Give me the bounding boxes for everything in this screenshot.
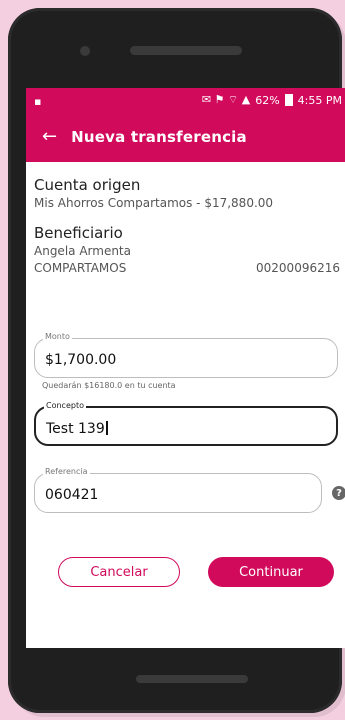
speaker-grille — [130, 46, 242, 55]
signal-icons: ✉ ⚑ ⌔ ▲ — [201, 93, 251, 106]
page-title: Nueva transferencia — [71, 128, 247, 146]
origin-title: Cuenta origen — [34, 176, 141, 194]
phone-frame: ▪ ✉ ⚑ ⌔ ▲ 62% 4:55 PM ← Nueva transferen… — [8, 8, 345, 713]
referencia-field[interactable]: Referencia 060421 — [34, 467, 322, 513]
status-right: ✉ ⚑ ⌔ ▲ 62% 4:55 PM — [202, 93, 342, 107]
beneficiary-name: Angela Armenta — [34, 244, 131, 258]
battery-icon — [284, 94, 293, 106]
battery-percent: 62% — [255, 93, 280, 107]
clock: 4:55 PM — [297, 93, 342, 107]
help-icon[interactable]: ? — [332, 486, 345, 500]
camera-icon — [80, 46, 90, 56]
beneficiary-title: Beneficiario — [34, 224, 123, 242]
notification-icon: ▪ — [34, 95, 42, 108]
origin-section: Cuenta origen Mis Ahorros Compartamos - … — [26, 176, 345, 210]
referencia-label: Referencia — [43, 467, 90, 476]
monto-label: Monto — [43, 332, 72, 341]
status-bar: ▪ ✉ ⚑ ⌔ ▲ 62% 4:55 PM — [26, 88, 345, 112]
monto-field[interactable]: Monto $1,700.00 — [34, 332, 338, 378]
screen: ▪ ✉ ⚑ ⌔ ▲ 62% 4:55 PM ← Nueva transferen… — [26, 88, 345, 648]
text-caret — [105, 421, 108, 435]
monto-value: $1,700.00 — [45, 352, 117, 368]
home-indicator — [136, 675, 248, 683]
monto-helper: Quedarán $16180.0 en tu cuenta — [42, 381, 176, 390]
cancel-button[interactable]: Cancelar — [58, 557, 180, 587]
beneficiary-section: Beneficiario Angela Armenta COMPARTAMOS … — [26, 224, 345, 275]
back-arrow-icon[interactable]: ← — [42, 128, 57, 146]
top-bezel — [8, 8, 342, 88]
app-bar: ← Nueva transferencia — [26, 112, 345, 162]
concepto-field[interactable]: Concepto Test 139 — [34, 401, 338, 446]
referencia-value: 060421 — [45, 487, 99, 503]
beneficiary-bank: COMPARTAMOS — [34, 261, 127, 275]
beneficiary-account: 00200096216 — [256, 261, 340, 275]
beneficiary-details: COMPARTAMOS 00200096216 — [34, 261, 340, 275]
continue-button[interactable]: Continuar — [208, 557, 334, 587]
concepto-value: Test 139 — [46, 421, 105, 437]
concepto-label: Concepto — [44, 401, 86, 410]
concepto-value-wrap: Test 139 — [46, 421, 108, 437]
origin-account: Mis Ahorros Compartamos - $17,880.00 — [34, 196, 274, 210]
